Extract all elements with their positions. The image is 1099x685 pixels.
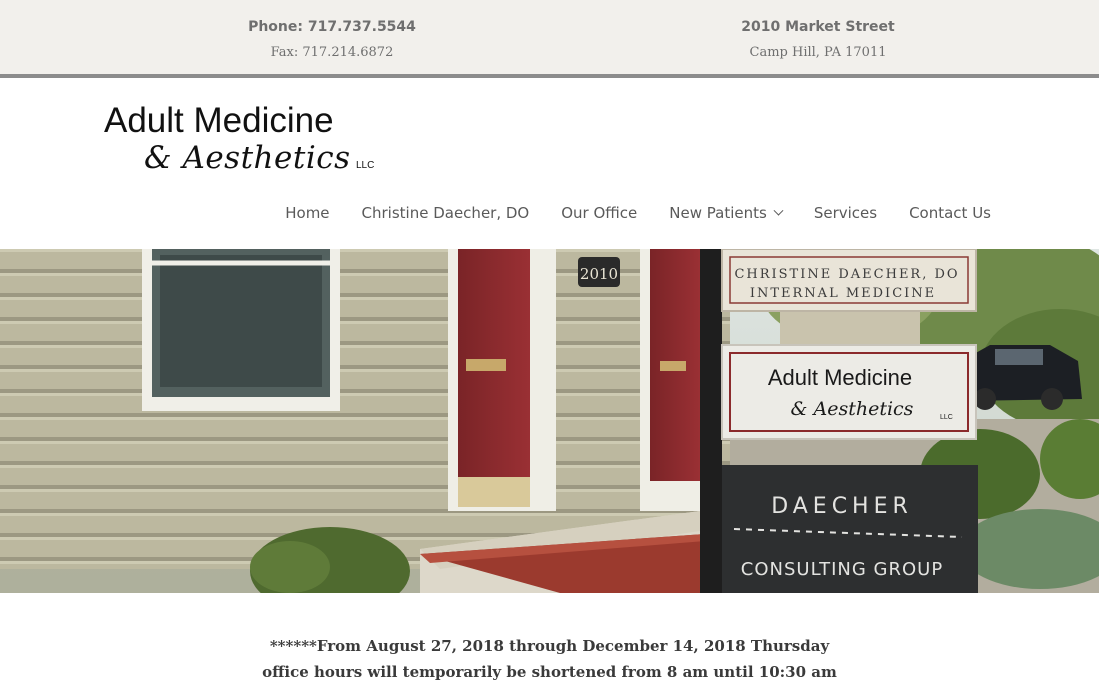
- notice-line-1: ******From August 27, 2018 through Decem…: [269, 637, 830, 655]
- nav-item-label: Contact Us: [909, 204, 991, 222]
- fax-number: Fax: 717.214.6872: [270, 45, 394, 60]
- main-nav: Home Christine Daecher, DO Our Office Ne…: [269, 202, 991, 224]
- logo-line-1: Adult Medicine: [104, 101, 334, 140]
- sign-mid-line-1: Adult Medicine: [768, 365, 912, 390]
- nav-item-christine-daecher[interactable]: Christine Daecher, DO: [346, 202, 546, 224]
- city-state-zip: Camp Hill, PA 17011: [749, 45, 887, 60]
- nav-item-new-patients[interactable]: New Patients: [653, 202, 798, 224]
- sign-mid-line-2: & Aesthetics: [791, 398, 914, 420]
- nav-item-contact-us[interactable]: Contact Us: [893, 202, 991, 224]
- notice-line-2: office hours will temporarily be shorten…: [262, 663, 837, 681]
- address-plaque: 2010: [580, 265, 618, 283]
- hero-office-photo: 2010 CHRISTINE DAECHER, DO INTERNAL MEDI…: [0, 249, 1099, 593]
- sign-bottom-line-1: DAECHER: [771, 494, 913, 519]
- top-contact-bar: Phone: 717.737.5544 Fax: 717.214.6872 20…: [0, 0, 1099, 78]
- site-header: Adult Medicine & Aesthetics LLC Home Chr…: [0, 78, 1099, 249]
- sign-top-line-2: INTERNAL MEDICINE: [750, 286, 936, 301]
- nav-item-our-office[interactable]: Our Office: [545, 202, 653, 224]
- contact-address-block: 2010 Market Street Camp Hill, PA 17011: [718, 16, 918, 66]
- nav-item-home[interactable]: Home: [269, 202, 345, 224]
- sign-bottom-line-2: CONSULTING GROUP: [741, 559, 943, 580]
- office-exterior-illustration: 2010 CHRISTINE DAECHER, DO INTERNAL MEDI…: [0, 249, 1099, 593]
- sign-mid-suffix: LLC: [940, 414, 953, 421]
- logo-suffix: LLC: [356, 160, 375, 171]
- hours-notice: ******From August 27, 2018 through Decem…: [0, 633, 1099, 685]
- street-address: 2010 Market Street: [741, 19, 895, 35]
- nav-item-label: Home: [285, 204, 330, 222]
- logo-line-2: & Aesthetics: [144, 140, 351, 176]
- nav-item-label: Christine Daecher, DO: [361, 204, 530, 222]
- chevron-down-icon: [773, 205, 784, 216]
- site-logo[interactable]: Adult Medicine & Aesthetics LLC: [104, 102, 394, 182]
- contact-phone-block: Phone: 717.737.5544 Fax: 717.214.6872: [232, 16, 432, 66]
- sign-top-line-1: CHRISTINE DAECHER, DO: [734, 267, 959, 282]
- nav-item-services[interactable]: Services: [798, 202, 893, 224]
- nav-item-label: Our Office: [561, 204, 638, 222]
- phone-number[interactable]: Phone: 717.737.5544: [232, 16, 432, 38]
- nav-item-label: New Patients: [669, 204, 767, 222]
- nav-item-label: Services: [813, 204, 878, 222]
